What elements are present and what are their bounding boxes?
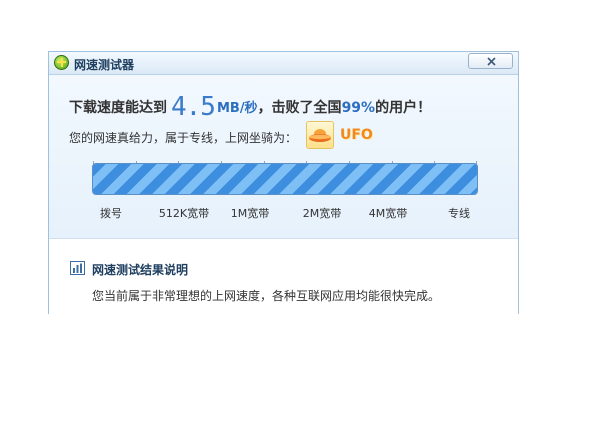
speed-test-window: 网速测试器 下载速度能达到 4.5 MB/秒 ，击败了全国 99% 的用户！ 您… bbox=[48, 51, 519, 314]
headline-prefix: 下载速度能达到 bbox=[69, 100, 167, 116]
close-button[interactable] bbox=[468, 53, 513, 69]
scale-label-512k: 512K宽带 bbox=[158, 207, 210, 220]
result-panel: 下载速度能达到 4.5 MB/秒 ，击败了全国 99% 的用户！ 您的网速真给力… bbox=[49, 75, 518, 239]
vehicle-name: UFO bbox=[340, 127, 373, 143]
app-plus-icon bbox=[54, 55, 69, 70]
scale-label-2m: 2M宽带 bbox=[302, 207, 342, 220]
window-title: 网速测试器 bbox=[74, 58, 135, 72]
title-bar[interactable]: 网速测试器 bbox=[49, 52, 518, 75]
speed-progress-fill bbox=[93, 164, 477, 194]
speed-progress-bar bbox=[92, 163, 478, 195]
scale-label-dedicated: 专线 bbox=[448, 207, 470, 220]
explanation-section: 网速测试结果说明 您当前属于非常理想的上网速度，各种互联网应用均能很快完成。 bbox=[49, 239, 518, 314]
speed-headline: 下载速度能达到 4.5 MB/秒 ，击败了全国 99% 的用户！ bbox=[69, 89, 432, 122]
scale-label-dialup: 拨号 bbox=[100, 207, 122, 220]
explanation-title: 网速测试结果说明 bbox=[92, 263, 189, 277]
speed-value: 4.5 bbox=[171, 92, 216, 122]
scale-label-4m: 4M宽带 bbox=[368, 207, 408, 220]
explanation-description: 您当前属于非常理想的上网速度，各种互联网应用均能很快完成。 bbox=[92, 289, 441, 303]
beat-percent: 99% bbox=[341, 100, 376, 116]
close-icon bbox=[487, 57, 496, 66]
headline-suffix: 的用户！ bbox=[375, 100, 432, 116]
headline-middle: ，击败了全国 bbox=[257, 100, 342, 116]
ufo-icon bbox=[306, 121, 334, 149]
rank-text: 您的网速真给力，属于专线，上网坐骑为： bbox=[69, 131, 298, 145]
bar-chart-icon bbox=[70, 261, 85, 275]
scale-label-1m: 1M宽带 bbox=[230, 207, 270, 220]
speed-unit: MB/秒 bbox=[216, 101, 258, 116]
